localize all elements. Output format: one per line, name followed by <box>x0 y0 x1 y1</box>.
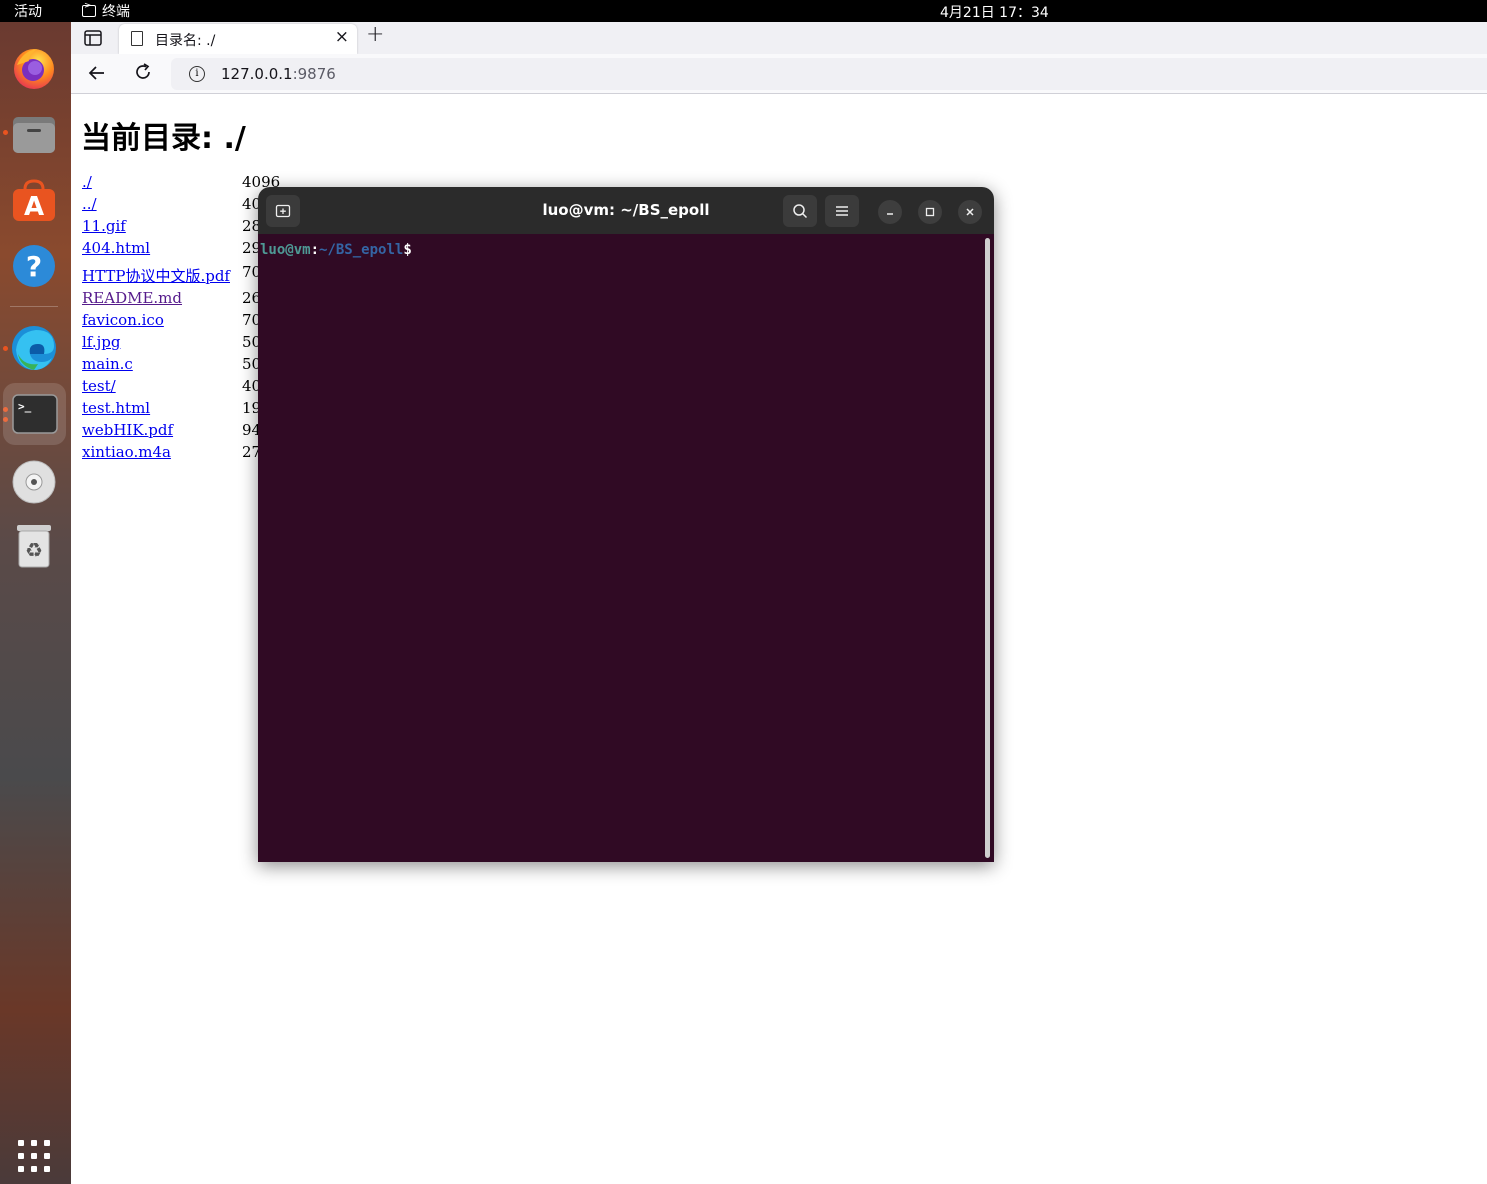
prompt-separator: : <box>310 242 320 258</box>
file-link[interactable]: 404.html <box>82 239 150 257</box>
terminal-body[interactable]: luo@vm:~/BS_epoll$ <box>258 234 994 862</box>
close-icon[interactable]: × <box>335 27 349 47</box>
clock[interactable]: 4月21日 17：34 <box>940 2 1049 22</box>
url-bar[interactable]: i 127.0.0.1:9876 <box>171 58 1487 90</box>
app-indicator[interactable]: 终端 <box>82 1 130 21</box>
table-row: test.html1937 <box>82 399 280 417</box>
terminal-prompt: luo@vm:~/BS_epoll$ <box>260 242 412 258</box>
dock-item-firefox[interactable] <box>10 44 58 92</box>
file-link[interactable]: webHIK.pdf <box>82 421 173 439</box>
svg-text:?: ? <box>26 250 42 283</box>
url-port: :9876 <box>292 65 336 83</box>
table-row: ./4096 <box>82 173 280 191</box>
help-icon: ? <box>13 245 55 287</box>
table-row: test/4096 <box>82 377 280 395</box>
url-host: 127.0.0.1 <box>221 65 293 83</box>
trash-icon: ♻ <box>17 525 51 568</box>
file-link[interactable]: 11.gif <box>82 217 126 235</box>
dock-item-dvd[interactable] <box>10 458 58 506</box>
table-row: webHIK.pdf9492 <box>82 421 280 439</box>
grid-icon <box>18 1140 50 1172</box>
maximize-button[interactable] <box>918 200 942 224</box>
dock-item-software[interactable]: A <box>10 176 58 224</box>
app-indicator-label: 终端 <box>102 4 130 20</box>
edge-icon <box>12 326 56 370</box>
maximize-icon <box>925 207 935 217</box>
prompt-user: luo@vm <box>260 242 311 258</box>
table-row: xintiao.m4a2791 <box>82 443 280 461</box>
page-title: 当前目录: ./ <box>81 121 246 156</box>
new-tab-button[interactable]: + <box>366 22 384 47</box>
files-icon <box>13 117 55 153</box>
file-link[interactable]: favicon.ico <box>82 311 164 329</box>
file-link[interactable]: main.c <box>82 355 133 373</box>
top-bar: 活动 终端 4月21日 17：34 <box>0 0 1487 22</box>
file-link[interactable]: HTTP协议中文版.pdf <box>82 267 230 285</box>
dock: A ? >_ ♻ <box>0 22 71 1184</box>
table-row: README.md2689 <box>82 289 280 307</box>
activities-button[interactable]: 活动 <box>14 1 42 21</box>
firefox-icon <box>14 49 54 89</box>
dock-separator <box>10 306 58 307</box>
page-icon <box>131 31 143 46</box>
terminal-scrollbar[interactable] <box>985 238 990 858</box>
file-link[interactable]: test/ <box>82 377 116 395</box>
svg-text:A: A <box>24 192 44 222</box>
table-row: favicon.ico7024 <box>82 311 280 329</box>
file-link[interactable]: lf.jpg <box>82 333 120 351</box>
minimize-button[interactable] <box>878 200 902 224</box>
file-link[interactable]: ../ <box>82 195 97 213</box>
reload-icon <box>136 63 150 79</box>
file-link[interactable]: test.html <box>82 399 150 417</box>
table-row: HTTP协议中文版.pdf7097 <box>82 263 280 286</box>
svg-text:♻: ♻ <box>25 538 43 562</box>
running-indicator <box>3 346 8 351</box>
tab-bar: 目录名: ./ × + <box>71 22 1487 54</box>
table-row: main.c 506 <box>82 355 271 373</box>
back-button[interactable] <box>87 63 107 88</box>
nav-bar: i 127.0.0.1:9876 <box>71 54 1487 94</box>
close-icon <box>966 208 974 216</box>
prompt-path: ~/BS_epoll <box>319 242 404 258</box>
software-icon: A <box>13 179 55 222</box>
prompt-dollar: $ <box>403 242 412 258</box>
file-link[interactable]: ./ <box>82 173 92 191</box>
dock-item-terminal[interactable]: >_ <box>3 383 66 445</box>
tab-directory[interactable]: 目录名: ./ × <box>119 24 357 54</box>
search-button[interactable] <box>783 195 817 227</box>
menu-button[interactable] <box>825 195 859 227</box>
table-row: ../4096 <box>82 195 280 213</box>
tab-title: 目录名: ./ <box>155 33 216 49</box>
terminal-window[interactable]: luo@vm: ~/BS_epoll luo@vm:~/BS_epoll$ <box>258 187 994 862</box>
back-arrow-icon <box>88 66 104 80</box>
table-row: lf.jpg5020 <box>82 333 280 351</box>
info-icon[interactable]: i <box>189 66 205 82</box>
minimize-icon <box>887 213 893 215</box>
tab-list-button[interactable] <box>83 28 103 48</box>
terminal-icon <box>82 1 96 17</box>
table-row: 404.html2920 <box>82 239 280 257</box>
sidebar-icon <box>84 30 102 46</box>
dock-item-edge[interactable] <box>10 324 58 372</box>
terminal-icon: >_ <box>11 394 58 434</box>
reload-button[interactable] <box>133 62 153 87</box>
file-link[interactable]: xintiao.m4a <box>82 443 171 461</box>
search-icon <box>793 204 808 219</box>
running-indicator <box>3 130 8 135</box>
svg-text:>_: >_ <box>18 400 32 413</box>
url-text[interactable]: 127.0.0.1:9876 <box>221 65 336 83</box>
dock-item-help[interactable]: ? <box>10 242 58 290</box>
dock-item-trash[interactable]: ♻ <box>10 522 58 570</box>
disc-icon <box>12 460 56 504</box>
file-link[interactable]: README.md <box>82 289 182 307</box>
show-apps-button[interactable] <box>10 1132 58 1180</box>
hamburger-icon <box>836 206 848 216</box>
dock-item-files[interactable] <box>10 110 58 158</box>
close-button[interactable] <box>958 200 982 224</box>
table-row: 11.gif2833 <box>82 217 280 235</box>
terminal-header[interactable]: luo@vm: ~/BS_epoll <box>258 187 994 234</box>
